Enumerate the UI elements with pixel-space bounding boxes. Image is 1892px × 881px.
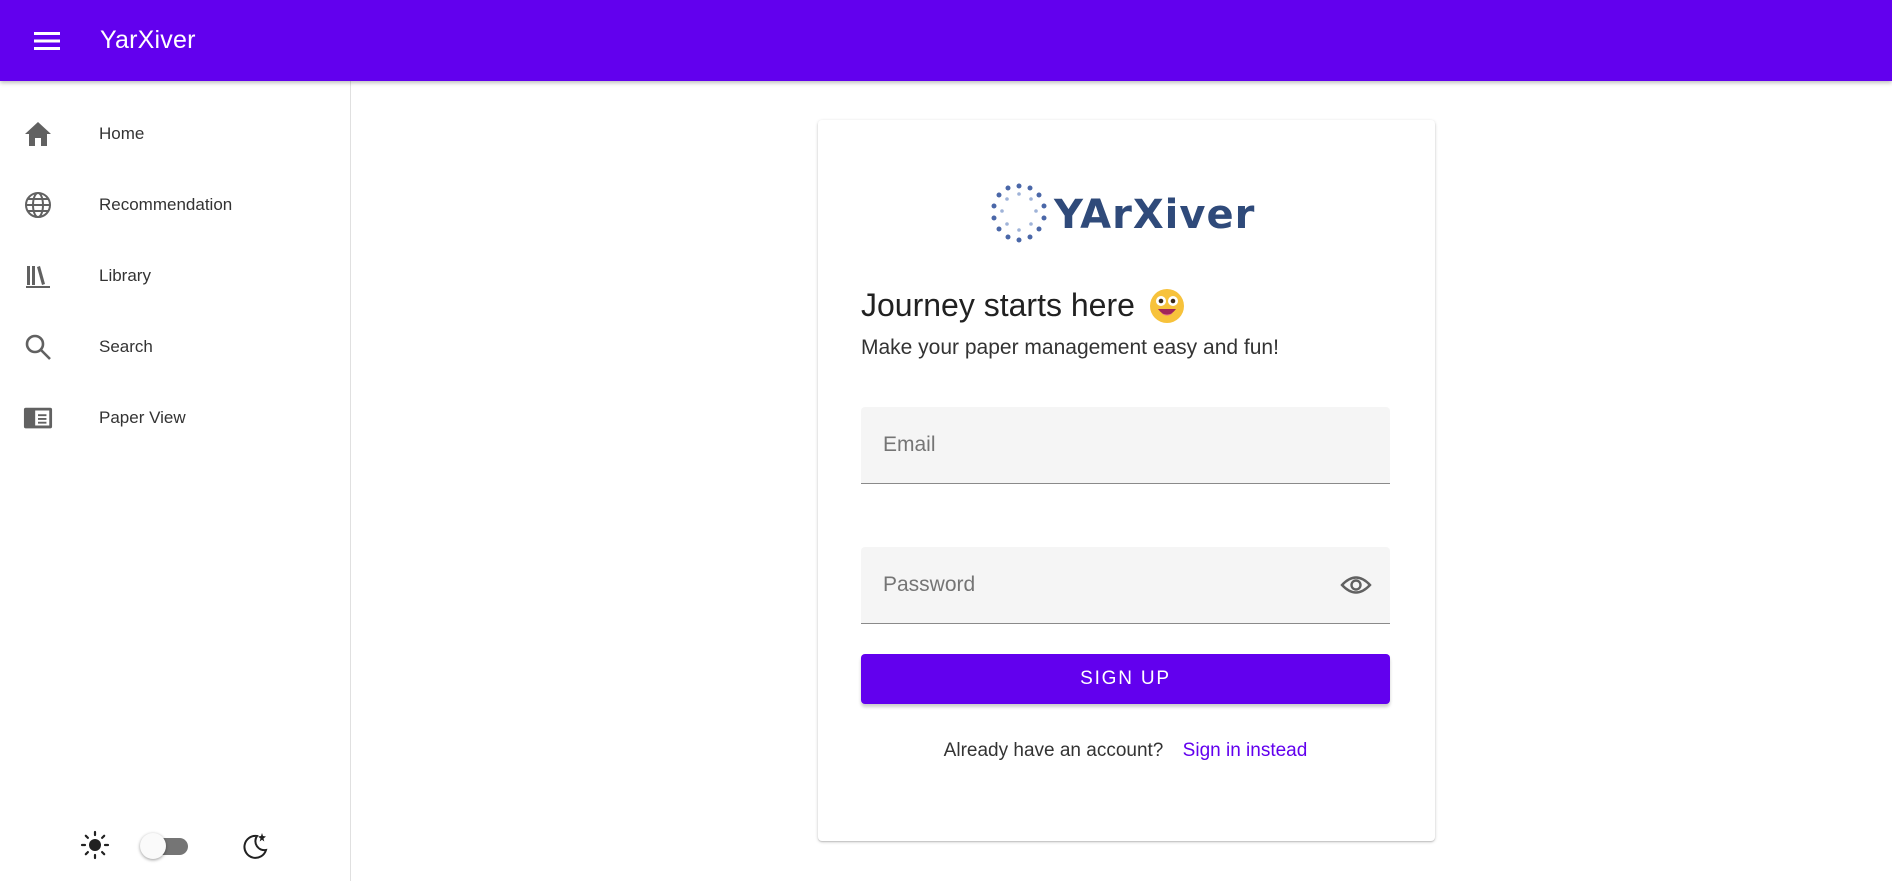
app-bar: YarXiver bbox=[0, 0, 1892, 81]
sidebar-item-recommendation[interactable]: Recommendation bbox=[0, 169, 350, 240]
signin-row: Already have an account? Sign in instead bbox=[861, 740, 1390, 762]
headline-text: Journey starts here bbox=[861, 287, 1135, 323]
sidebar-item-label: Recommendation bbox=[99, 194, 233, 214]
moon-icon bbox=[240, 830, 270, 865]
grinning-emoji-icon bbox=[1149, 288, 1185, 324]
paper-view-icon bbox=[23, 403, 53, 433]
signup-card: YArXiver Journey starts here Make your p… bbox=[818, 120, 1435, 841]
dark-mode-toggle[interactable] bbox=[140, 833, 194, 859]
page-title: Journey starts here bbox=[861, 287, 1185, 324]
menu-icon[interactable] bbox=[23, 17, 71, 65]
sidebar-item-label: Home bbox=[99, 123, 145, 143]
show-password-icon[interactable] bbox=[1340, 573, 1372, 602]
email-input[interactable] bbox=[861, 407, 1390, 483]
theme-switcher bbox=[0, 825, 351, 865]
sidebar-item-paper-view[interactable]: Paper View bbox=[0, 382, 350, 453]
sidebar-item-label: Library bbox=[99, 265, 151, 285]
signin-prompt: Already have an account? bbox=[943, 740, 1164, 761]
signup-button[interactable]: SIGN UP bbox=[861, 654, 1390, 704]
app-title: YarXiver bbox=[100, 26, 196, 54]
subtitle: Make your paper management easy and fun! bbox=[861, 336, 1279, 359]
logo-text: YArXiver bbox=[1054, 192, 1256, 238]
sidebar-item-label: Search bbox=[99, 336, 153, 356]
password-field[interactable] bbox=[861, 547, 1390, 624]
search-icon bbox=[23, 332, 53, 362]
toggle-thumb bbox=[140, 833, 166, 859]
library-icon bbox=[23, 261, 53, 291]
logo-dots-icon bbox=[991, 183, 1047, 243]
sidebar-item-library[interactable]: Library bbox=[0, 240, 350, 311]
yarxiver-logo: YArXiver bbox=[986, 180, 1256, 250]
sidebar-item-home[interactable]: Home bbox=[0, 98, 350, 169]
sidebar-item-search[interactable]: Search bbox=[0, 311, 350, 382]
sidebar-item-label: Paper View bbox=[99, 407, 186, 427]
sidebar: Home Recommendation Library Search Paper… bbox=[0, 81, 351, 881]
home-icon bbox=[23, 119, 53, 149]
email-field[interactable] bbox=[861, 407, 1390, 484]
password-input[interactable] bbox=[861, 547, 1390, 623]
globe-icon bbox=[23, 190, 53, 220]
sun-icon bbox=[80, 830, 110, 865]
signin-link[interactable]: Sign in instead bbox=[1183, 740, 1308, 761]
